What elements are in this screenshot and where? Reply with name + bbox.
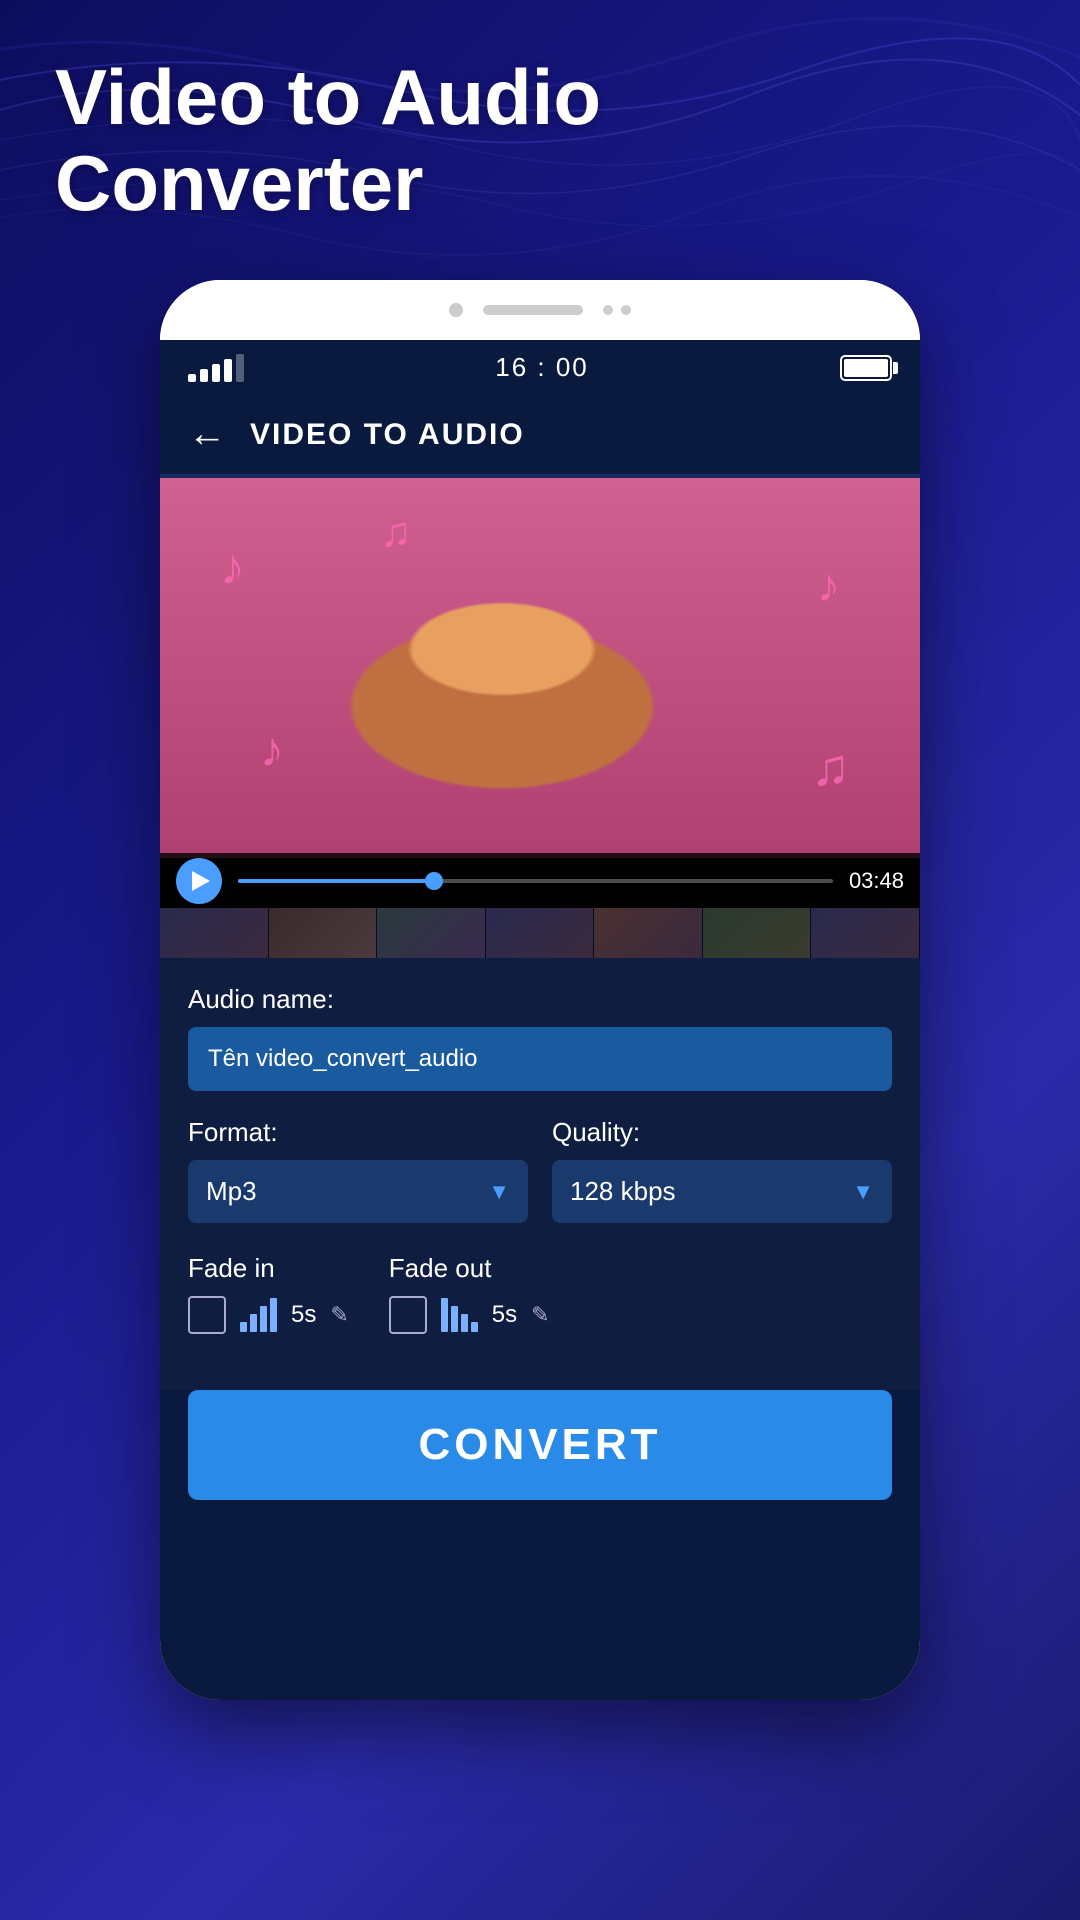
thumb-5 [594,908,703,958]
video-player[interactable]: ♪ ♫ ♪ ♫ ♪ 03:48 [160,478,920,908]
thumb-2 [269,908,378,958]
quality-value: 128 kbps [570,1176,676,1207]
fade-in-label: Fade in [188,1253,349,1284]
sig-bar-2 [250,1314,257,1332]
fade-in-group: Fade in 5s ✎ [188,1253,349,1334]
video-content: ♪ ♫ ♪ ♫ ♪ [160,478,920,858]
convert-button[interactable]: CONVERT [188,1390,892,1500]
quality-label: Quality: [552,1117,892,1148]
app-screen: 16 : 00 ← VIDEO TO AUDIO ♪ ♫ ♪ ♫ ♪ [160,340,920,1700]
thumbnails-strip [160,908,920,958]
thumb-1 [160,908,269,958]
format-dropdown[interactable]: Mp3 ▼ [188,1160,528,1223]
video-thumbnail: ♪ ♫ ♪ ♫ ♪ [160,478,920,858]
phone-notch [160,280,920,340]
signal-bar-4 [224,359,232,382]
fade-out-edit-icon[interactable]: ✎ [531,1302,549,1328]
fade-in-icon [240,1298,277,1332]
fade-in-checkbox[interactable] [188,1296,226,1334]
sig-bar-4 [270,1298,277,1332]
signal-bar-1 [188,374,196,382]
fade-in-edit-icon[interactable]: ✎ [330,1302,348,1328]
format-label: Format: [188,1117,528,1148]
form-area: Audio name: Format: Mp3 ▼ Quality: 128 k… [160,958,920,1390]
back-button[interactable]: ← [188,413,226,456]
phone-dot [621,305,631,315]
quality-dropdown-arrow: ▼ [852,1179,874,1205]
music-note-5: ♪ [817,558,840,612]
sig-bar-5 [441,1298,448,1332]
format-dropdown-arrow: ▼ [488,1179,510,1205]
fade-out-controls: 5s ✎ [389,1296,550,1334]
thumb-3 [377,908,486,958]
audio-name-input[interactable] [188,1027,892,1091]
sig-bar-7 [461,1314,468,1332]
music-note-3: ♪ [260,723,284,778]
signal-bar-5 [236,354,244,382]
thumb-7 [811,908,920,958]
fade-out-checkbox[interactable] [389,1296,427,1334]
phone-dot [603,305,613,315]
format-group: Format: Mp3 ▼ [188,1117,528,1223]
sig-bar-6 [451,1306,458,1332]
music-note-4: ♫ [811,738,850,798]
page-title: Video to Audio Converter [55,55,955,227]
status-time: 16 : 00 [495,352,589,383]
app-header: ← VIDEO TO AUDIO [160,395,920,474]
fade-out-label: Fade out [389,1253,550,1284]
front-camera [449,303,463,317]
signal-bar-2 [200,369,208,382]
phone-frame: 16 : 00 ← VIDEO TO AUDIO ♪ ♫ ♪ ♫ ♪ [160,280,920,1700]
play-button[interactable] [176,858,222,904]
play-icon [192,871,210,891]
sig-bar-3 [260,1306,267,1332]
sig-bar-8 [471,1322,478,1332]
quality-dropdown[interactable]: 128 kbps ▼ [552,1160,892,1223]
progress-bar[interactable] [238,879,833,883]
video-duration: 03:48 [849,868,904,894]
phone-speaker [483,305,583,315]
format-quality-row: Format: Mp3 ▼ Quality: 128 kbps ▼ [188,1117,892,1223]
music-note-1: ♪ [220,538,245,596]
progress-thumb[interactable] [425,872,443,890]
format-value: Mp3 [206,1176,257,1207]
music-note-2: ♫ [380,508,412,556]
fade-out-group: Fade out 5s ✎ [389,1253,550,1334]
screen-title: VIDEO TO AUDIO [250,418,525,452]
video-controls: 03:48 [160,853,920,908]
signal-bars [188,354,244,382]
fade-in-time: 5s [291,1301,316,1329]
thumb-4 [486,908,595,958]
battery-icon [840,355,892,381]
quality-group: Quality: 128 kbps ▼ [552,1117,892,1223]
fade-in-controls: 5s ✎ [188,1296,349,1334]
phone-dots [603,305,631,315]
progress-fill [238,879,434,883]
signal-bar-3 [212,364,220,382]
fade-out-icon [441,1298,478,1332]
thumb-6 [703,908,812,958]
status-bar: 16 : 00 [160,340,920,395]
fade-row: Fade in 5s ✎ Fade [188,1253,892,1334]
sig-bar-1 [240,1322,247,1332]
audio-name-label: Audio name: [188,984,892,1015]
fade-out-time: 5s [492,1301,517,1329]
battery-fill [844,359,888,377]
